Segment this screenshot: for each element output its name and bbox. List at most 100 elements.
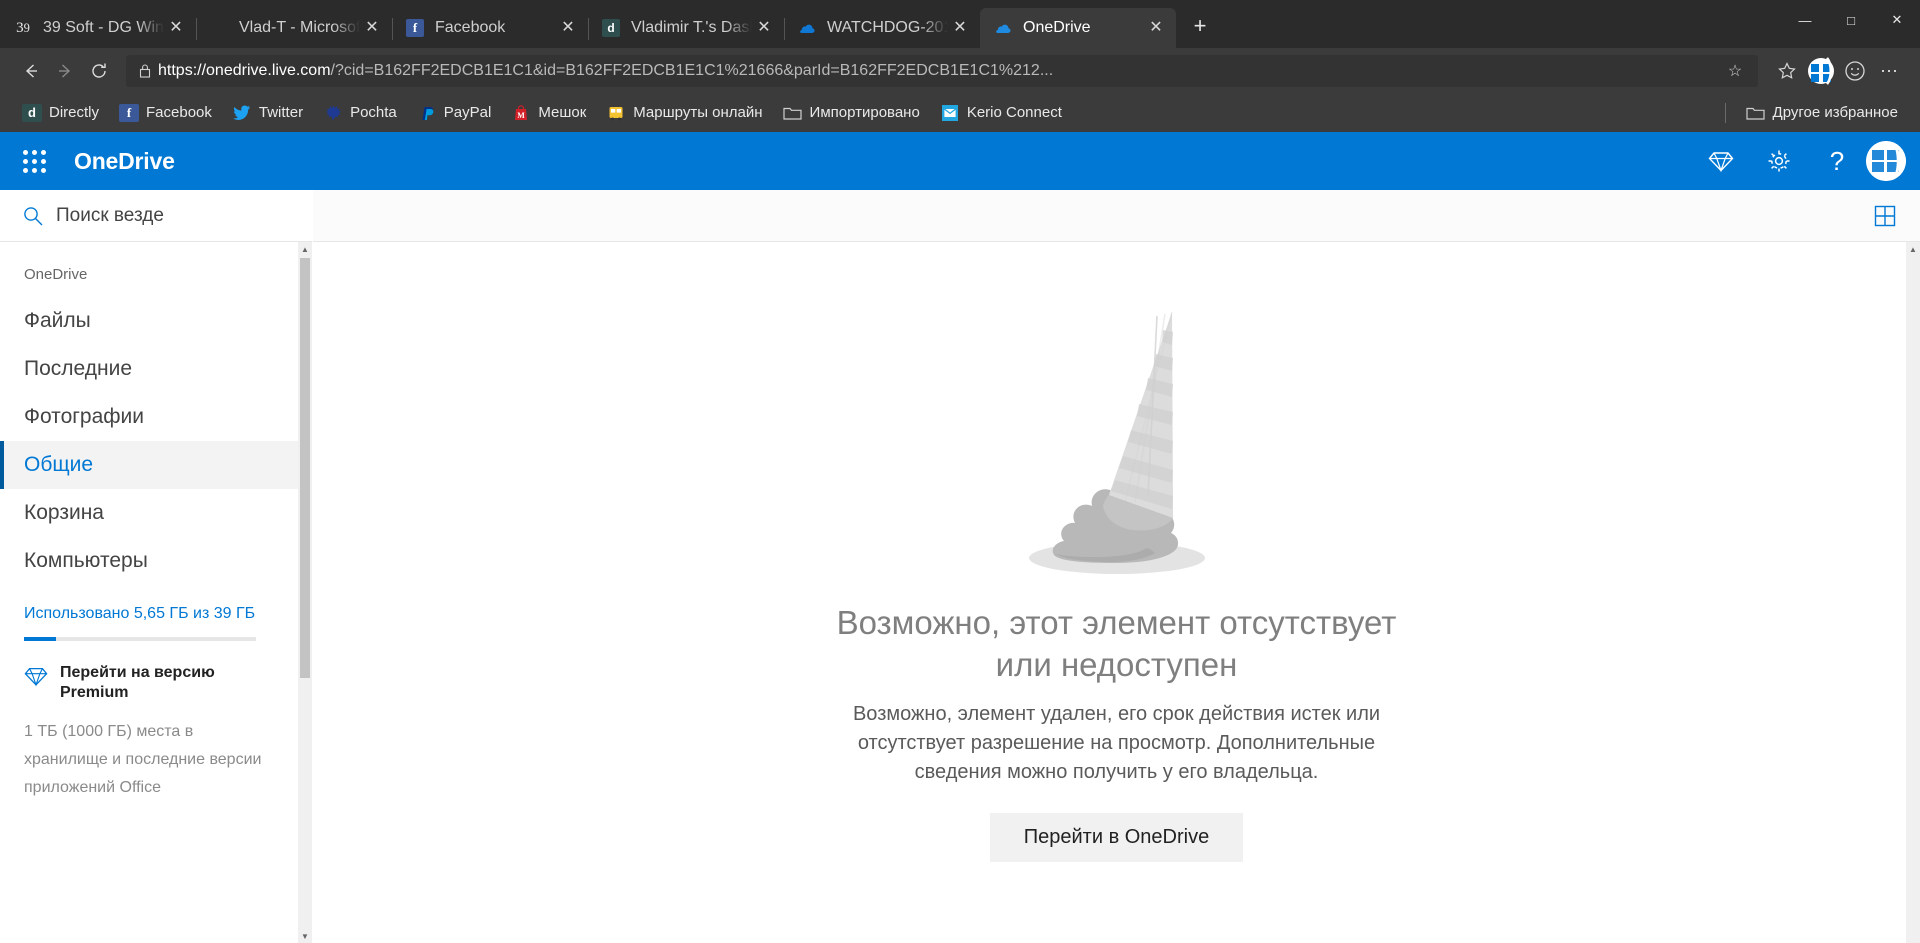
paypal-icon bbox=[417, 104, 437, 122]
help-icon[interactable]: ? bbox=[1808, 132, 1866, 190]
browser-tab-4[interactable]: d Vladimir T.'s Dashbo ✕ bbox=[588, 8, 784, 48]
window-controls: — □ ✕ bbox=[1782, 0, 1920, 40]
lock-icon bbox=[132, 63, 158, 79]
content-area: Возможно, этот элемент отсутствует или н… bbox=[313, 190, 1920, 943]
directly-icon: d bbox=[602, 19, 620, 37]
bookmark-label: Kerio Connect bbox=[966, 104, 1062, 121]
sidebar-nav-wrapper: OneDrive Файлы Последние Фотографии Общи… bbox=[0, 242, 312, 943]
windows-avatar-icon[interactable] bbox=[1866, 141, 1906, 181]
browser-tab-6-active[interactable]: OneDrive ✕ bbox=[980, 8, 1176, 48]
star-icon[interactable]: ☆ bbox=[1718, 61, 1752, 81]
browser-navigation-bar: https://onedrive.live.com/?cid=B162FF2ED… bbox=[0, 48, 1920, 94]
forward-icon[interactable] bbox=[48, 54, 82, 88]
tab-title: OneDrive bbox=[1023, 19, 1091, 36]
sidebar-item-shared[interactable]: Общие bbox=[0, 441, 298, 489]
address-bar[interactable]: https://onedrive.live.com/?cid=B162FF2ED… bbox=[126, 55, 1758, 87]
empty-state-title: Возможно, этот элемент отсутствует или н… bbox=[836, 604, 1397, 684]
bookmark-label: Directly bbox=[49, 104, 100, 121]
bookmark-label: Мешок bbox=[538, 104, 587, 121]
pochta-icon bbox=[323, 104, 343, 122]
close-icon[interactable]: ✕ bbox=[360, 16, 384, 40]
browser-tab-1[interactable]: 39 39 Soft - DG Win&So ✕ bbox=[0, 8, 196, 48]
sidebar-item-pcs[interactable]: Компьютеры bbox=[0, 537, 298, 585]
bookmark-paypal[interactable]: PayPal bbox=[407, 99, 502, 127]
new-tab-button[interactable]: + bbox=[1182, 8, 1218, 44]
close-window-icon[interactable]: ✕ bbox=[1874, 0, 1920, 40]
sidebar-item-recent[interactable]: Последние bbox=[0, 345, 298, 393]
bookmark-other-favorites[interactable]: Другое избранное bbox=[1736, 99, 1908, 127]
microsoft-icon bbox=[210, 19, 228, 37]
sidebar-item-label: Файлы bbox=[24, 309, 91, 332]
bookmark-label: Twitter bbox=[258, 104, 304, 121]
onedrive-brand[interactable]: OneDrive bbox=[74, 148, 175, 175]
tab-title: Vladimir T.'s Dashbo bbox=[631, 19, 752, 36]
premium-title: Перейти на версию Premium bbox=[60, 663, 215, 702]
sidebar-scrollbar[interactable]: ▲ ▼ bbox=[298, 242, 312, 943]
bookmark-label: PayPal bbox=[443, 104, 492, 121]
sidebar-scrollbar-thumb[interactable] bbox=[300, 258, 310, 678]
refresh-icon[interactable] bbox=[82, 54, 116, 88]
search-icon bbox=[22, 205, 52, 227]
minimize-icon[interactable]: — bbox=[1782, 0, 1828, 40]
onedrive-header: OneDrive ? bbox=[0, 132, 1920, 190]
feedback-smiley-icon[interactable] bbox=[1838, 54, 1872, 88]
scroll-up-icon[interactable]: ▲ bbox=[298, 242, 312, 256]
bookmark-kerio-connect[interactable]: Kerio Connect bbox=[930, 99, 1072, 127]
sidebar-item-label: Фотографии bbox=[24, 405, 145, 428]
scroll-down-icon[interactable]: ▼ bbox=[298, 929, 312, 943]
sidebar-item-label: Общие bbox=[24, 453, 94, 476]
facebook-icon: f bbox=[406, 19, 424, 37]
bookmarks-separator bbox=[1724, 102, 1726, 123]
premium-description: 1 ТБ (1000 ГБ) места в хранилище и после… bbox=[24, 723, 262, 797]
premium-upsell[interactable]: Перейти на версию Premium bbox=[0, 641, 298, 705]
maximize-icon[interactable]: □ bbox=[1828, 0, 1874, 40]
bookmark-marshruty[interactable]: Маршруты онлайн bbox=[596, 99, 772, 127]
sidebar-item-files[interactable]: Файлы bbox=[0, 297, 298, 345]
storage-quota-text: Использовано 5,65 ГБ из 39 ГБ bbox=[24, 605, 256, 622]
bookmark-directly[interactable]: d Directly bbox=[12, 99, 109, 127]
browser-window: 39 39 Soft - DG Win&So ✕ Vlad-T - Micros… bbox=[0, 0, 1920, 943]
mail-icon bbox=[940, 104, 960, 122]
dropped-ice-cream-cone-illustration bbox=[997, 290, 1237, 580]
browser-tab-2[interactable]: Vlad-T - Microsoft C ✕ bbox=[196, 8, 392, 48]
bookmark-label: Маршруты онлайн bbox=[633, 104, 763, 121]
browser-tab-3[interactable]: f Facebook ✕ bbox=[392, 8, 588, 48]
storage-quota[interactable]: Использовано 5,65 ГБ из 39 ГБ bbox=[0, 585, 298, 641]
close-icon[interactable]: ✕ bbox=[1144, 16, 1168, 40]
close-icon[interactable]: ✕ bbox=[752, 16, 776, 40]
grid-view-icon[interactable] bbox=[1868, 199, 1902, 233]
profile-icon[interactable] bbox=[1804, 54, 1838, 88]
sidebar-item-photos[interactable]: Фотографии bbox=[0, 393, 298, 441]
sidebar-item-recycle-bin[interactable]: Корзина bbox=[0, 489, 298, 537]
bookmark-twitter[interactable]: Twitter bbox=[222, 99, 313, 127]
bookmark-pochta[interactable]: Pochta bbox=[313, 99, 407, 127]
scroll-up-icon[interactable]: ▲ bbox=[1906, 242, 1920, 256]
browser-tab-5[interactable]: WATCHDOG-201910 ✕ bbox=[784, 8, 980, 48]
onedrive-icon bbox=[798, 19, 816, 37]
bookmark-facebook[interactable]: f Facebook bbox=[109, 99, 222, 127]
sidebar-header: OneDrive bbox=[24, 266, 88, 283]
bookmark-label: Facebook bbox=[146, 104, 212, 121]
close-icon[interactable]: ✕ bbox=[948, 16, 972, 40]
diamond-icon[interactable] bbox=[1692, 132, 1750, 190]
back-icon[interactable] bbox=[14, 54, 48, 88]
bookmark-label: Другое избранное bbox=[1772, 104, 1898, 121]
favorites-icon[interactable] bbox=[1770, 54, 1804, 88]
diamond-icon bbox=[24, 664, 48, 694]
content-toolbar bbox=[313, 190, 1920, 242]
empty-state-description: Возможно, элемент удален, его срок дейст… bbox=[852, 703, 1381, 784]
facebook-icon: f bbox=[119, 103, 140, 122]
close-icon[interactable]: ✕ bbox=[164, 16, 188, 40]
empty-state: Возможно, этот элемент отсутствует или н… bbox=[313, 242, 1920, 943]
go-to-onedrive-button[interactable]: Перейти в OneDrive bbox=[989, 813, 1244, 863]
bookmark-meshok[interactable]: M Мешок bbox=[501, 99, 596, 127]
content-scrollbar[interactable]: ▲ bbox=[1906, 242, 1920, 943]
gear-icon[interactable] bbox=[1750, 132, 1808, 190]
app-launcher-icon[interactable] bbox=[10, 137, 58, 185]
ellipsis-icon[interactable]: ⋯ bbox=[1872, 54, 1906, 88]
bookmark-importirovano[interactable]: Импортировано bbox=[773, 99, 930, 127]
browser-titlebar: 39 39 Soft - DG Win&So ✕ Vlad-T - Micros… bbox=[0, 0, 1920, 48]
close-icon[interactable]: ✕ bbox=[556, 16, 580, 40]
onedrive-body: Поиск везде OneDrive Файлы Последние Фот… bbox=[0, 190, 1920, 943]
search-input[interactable]: Поиск везде bbox=[0, 190, 312, 242]
